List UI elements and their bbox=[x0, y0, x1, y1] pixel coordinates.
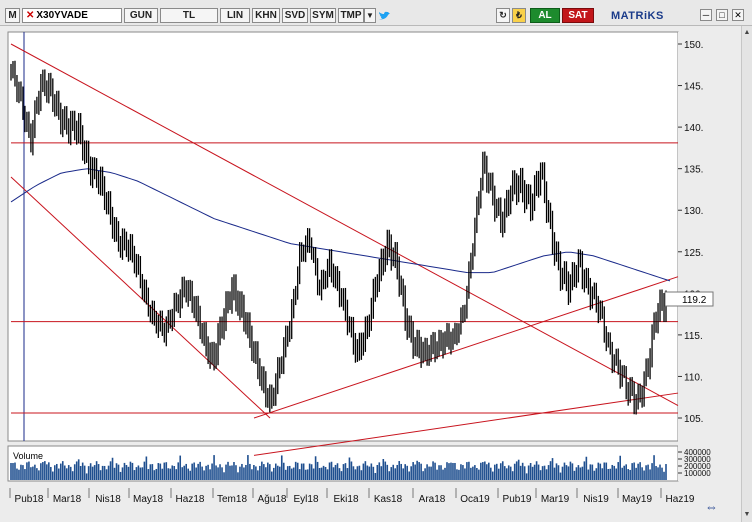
x-tick-label: Pub18 bbox=[15, 494, 44, 505]
buy-button[interactable]: AL bbox=[530, 8, 560, 23]
x-tick-label: Eyl18 bbox=[293, 494, 318, 505]
maximize-icon[interactable]: □ bbox=[716, 9, 728, 21]
tb-button-svd[interactable]: SVD bbox=[282, 8, 308, 23]
close-window-icon[interactable]: ✕ bbox=[732, 9, 744, 21]
x-tick-label: Oca19 bbox=[460, 494, 490, 505]
y-tick-label: 130. bbox=[684, 206, 703, 217]
x-tick-label: Ağu18 bbox=[258, 494, 287, 505]
brand-logo: MATRiKS bbox=[611, 10, 664, 22]
twitter-icon[interactable] bbox=[378, 8, 392, 23]
y-tick-label: 115. bbox=[684, 331, 703, 342]
chart-toolbar: M ✕ X30YVADE GUN TL LIN KHN SVD SYM TMP ▼… bbox=[0, 0, 752, 26]
x-tick-label: Nis18 bbox=[95, 494, 121, 505]
y-tick-label: 140. bbox=[684, 123, 703, 134]
x-tick-label: Haz18 bbox=[176, 494, 205, 505]
currency-icon[interactable]: ₺ bbox=[512, 8, 526, 23]
x-tick-label: Haz19 bbox=[666, 494, 695, 505]
tb-button-tl[interactable]: TL bbox=[160, 8, 218, 23]
dropdown-arrow-icon[interactable]: ▼ bbox=[364, 8, 376, 23]
x-tick-label: Eki18 bbox=[333, 494, 358, 505]
tb-button-tmp[interactable]: TMP bbox=[338, 8, 364, 23]
x-tick-label: Ara18 bbox=[419, 494, 446, 505]
x-tick-label: Kas18 bbox=[374, 494, 403, 505]
close-icon[interactable]: ✕ bbox=[26, 10, 34, 21]
y-tick-label: 110. bbox=[684, 372, 703, 383]
x-tick-label: May19 bbox=[622, 494, 652, 505]
y-tick-label: 135. bbox=[684, 165, 703, 176]
y-tick-label: 145. bbox=[684, 82, 703, 93]
sell-button[interactable]: SAT bbox=[562, 8, 594, 23]
y-tick-label: 125. bbox=[684, 248, 703, 259]
y-tick-label: 105. bbox=[684, 414, 703, 425]
x-tick-label: Pub19 bbox=[503, 494, 532, 505]
x-tick-label: Nis19 bbox=[583, 494, 609, 505]
scroll-up-icon[interactable]: ▲ bbox=[742, 28, 752, 38]
current-price-label: 119.2 bbox=[682, 295, 707, 306]
symbol-label: X30YVADE bbox=[36, 10, 88, 21]
tb-button-khn[interactable]: KHN bbox=[252, 8, 280, 23]
x-tick-label: Mar19 bbox=[541, 494, 570, 505]
m-menu-button[interactable]: M bbox=[5, 8, 20, 23]
symbol-field[interactable]: ✕ X30YVADE bbox=[22, 8, 122, 23]
tb-button-lin[interactable]: LIN bbox=[220, 8, 250, 23]
volume-label: Volume bbox=[13, 451, 43, 461]
minimize-icon[interactable]: ─ bbox=[700, 9, 712, 21]
refresh-icon[interactable]: ↻ bbox=[496, 8, 510, 23]
x-tick-label: May18 bbox=[133, 494, 163, 505]
vertical-scrollbar[interactable]: ▲ ▼ bbox=[741, 26, 752, 522]
price-chart[interactable]: 150.145.140.135.130.125.120.115.110.105.… bbox=[0, 26, 741, 522]
scroll-arrows-icon[interactable]: ⇔ bbox=[705, 499, 718, 514]
x-tick-label: Tem18 bbox=[217, 494, 247, 505]
x-tick-label: Mar18 bbox=[53, 494, 82, 505]
volume-tick-label: 100000 bbox=[684, 469, 711, 478]
tb-button-gun[interactable]: GUN bbox=[124, 8, 158, 23]
scroll-down-icon[interactable]: ▼ bbox=[742, 510, 752, 520]
y-tick-label: 150. bbox=[684, 40, 703, 51]
price-plot-area[interactable] bbox=[7, 31, 679, 442]
tb-button-sym[interactable]: SYM bbox=[310, 8, 336, 23]
